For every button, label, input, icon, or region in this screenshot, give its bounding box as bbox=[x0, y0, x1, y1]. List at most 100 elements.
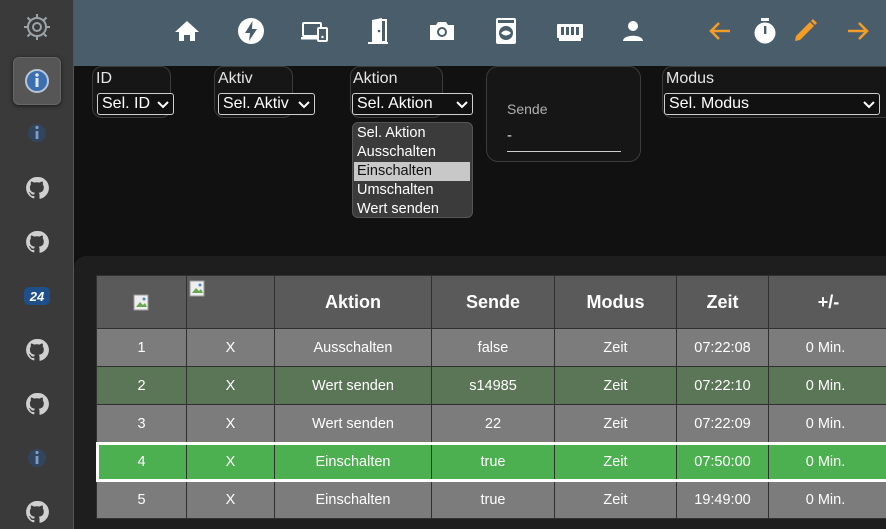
cell-id: 1 bbox=[96, 328, 187, 367]
cell-aktiv: X bbox=[186, 328, 275, 367]
github-icon bbox=[25, 338, 49, 362]
arrow-left-icon bbox=[708, 20, 732, 47]
back-button[interactable] bbox=[704, 17, 736, 49]
timer-button[interactable] bbox=[749, 17, 781, 49]
header-aktiv-image[interactable] bbox=[186, 275, 275, 329]
flash-icon bbox=[237, 17, 265, 50]
sidebar-item-github-5[interactable] bbox=[13, 488, 61, 529]
filter-id-value: Sel. ID bbox=[102, 95, 151, 112]
chevron-down-icon bbox=[298, 101, 310, 109]
edit-button[interactable] bbox=[789, 17, 821, 49]
sidebar-item-sun-gear[interactable] bbox=[13, 3, 61, 51]
info-icon bbox=[24, 68, 50, 94]
info-small-icon bbox=[27, 121, 47, 145]
account-icon bbox=[621, 19, 645, 48]
filter-aktiv-select[interactable]: Sel. Aktiv bbox=[218, 93, 315, 115]
sidebar-item-info-2[interactable] bbox=[13, 109, 61, 157]
table-row[interactable]: 1 X Ausschalten false Zeit 07:22:08 0 Mi… bbox=[96, 328, 886, 367]
table-row-selected[interactable]: 4 X Einschalten true Zeit 07:50:00 0 Min… bbox=[95, 441, 886, 482]
table-header-row: Aktion Sende Modus Zeit +/- bbox=[96, 275, 886, 329]
header-id-image[interactable] bbox=[96, 275, 187, 329]
sidebar-item-logo-24[interactable]: 24 bbox=[13, 272, 61, 320]
sun-gear-icon bbox=[23, 13, 51, 41]
memory-button[interactable] bbox=[554, 17, 586, 49]
app-root: 24 ID Sel. ID Aktiv Sel. Aktiv Aktion Se… bbox=[0, 0, 886, 529]
header-sende[interactable]: Sende bbox=[431, 275, 555, 329]
header-offset[interactable]: +/- bbox=[768, 275, 886, 329]
cell-sende: true bbox=[431, 480, 555, 519]
filter-id-group: ID Sel. ID bbox=[92, 66, 174, 118]
cell-aktiv: X bbox=[186, 480, 275, 519]
logo-24-icon: 24 bbox=[23, 285, 51, 307]
sidebar-item-github-1[interactable] bbox=[13, 164, 61, 212]
header-aktion[interactable]: Aktion bbox=[274, 275, 432, 329]
sidebar-item-github-4[interactable] bbox=[13, 380, 61, 428]
memory-icon bbox=[556, 20, 584, 47]
camera-button[interactable] bbox=[426, 17, 458, 49]
washing-machine-button[interactable] bbox=[490, 17, 522, 49]
cell-sende: false bbox=[431, 328, 555, 367]
broken-image-icon bbox=[133, 294, 151, 312]
flash-button[interactable] bbox=[235, 17, 267, 49]
filter-aktion-select[interactable]: Sel. Aktion bbox=[352, 93, 473, 115]
cell-id: 5 bbox=[96, 480, 187, 519]
sende-underline bbox=[507, 151, 621, 152]
header-zeit[interactable]: Zeit bbox=[676, 275, 769, 329]
devices-button[interactable] bbox=[299, 17, 331, 49]
aktion-option[interactable]: Ausschalten bbox=[353, 143, 472, 162]
washing-machine-icon bbox=[495, 17, 517, 50]
chevron-down-icon bbox=[456, 101, 468, 109]
cell-zeit: 07:22:10 bbox=[676, 366, 769, 405]
logo-24-text: 24 bbox=[29, 289, 45, 304]
filter-aktion-label: Aktion bbox=[353, 70, 398, 87]
sidebar-item-info-3[interactable] bbox=[13, 434, 61, 482]
cell-sende: true bbox=[431, 442, 555, 481]
home-icon bbox=[174, 19, 200, 48]
sidebar-item-info-active[interactable] bbox=[13, 57, 61, 105]
table-row[interactable]: 3 X Wert senden 22 Zeit 07:22:09 0 Min. bbox=[96, 404, 886, 443]
filter-sende-label: Sende bbox=[507, 101, 548, 117]
cell-offset: 0 Min. bbox=[768, 480, 886, 519]
home-button[interactable] bbox=[171, 17, 203, 49]
cell-aktion: Einschalten bbox=[274, 442, 432, 481]
aktion-option[interactable]: Sel. Aktion bbox=[353, 124, 472, 143]
forward-button[interactable] bbox=[842, 17, 874, 49]
chevron-down-icon bbox=[863, 101, 875, 109]
info-small-icon bbox=[27, 446, 47, 470]
aktion-option[interactable]: Wert senden bbox=[353, 200, 472, 219]
cell-aktion: Wert senden bbox=[274, 366, 432, 405]
account-button[interactable] bbox=[617, 17, 649, 49]
header-modus[interactable]: Modus bbox=[554, 275, 677, 329]
github-icon bbox=[25, 176, 49, 200]
sidebar-item-github-3[interactable] bbox=[13, 326, 61, 374]
cell-modus: Zeit bbox=[554, 404, 677, 443]
cell-zeit: 07:22:08 bbox=[676, 328, 769, 367]
sidebar-item-github-2[interactable] bbox=[13, 218, 61, 266]
cell-sende: s14985 bbox=[431, 366, 555, 405]
filter-modus-select[interactable]: Sel. Modus bbox=[664, 93, 880, 115]
top-toolbar bbox=[74, 0, 886, 66]
broken-image-icon bbox=[189, 280, 207, 298]
filter-aktion-value: Sel. Aktion bbox=[357, 95, 433, 112]
aktion-option[interactable]: Umschalten bbox=[353, 181, 472, 200]
timer-icon bbox=[752, 17, 778, 50]
table-row[interactable]: 5 X Einschalten true Zeit 19:49:00 0 Min… bbox=[96, 480, 886, 519]
sidebar: 24 bbox=[0, 0, 74, 529]
table-panel: Aktion Sende Modus Zeit +/- 1 X Ausschal… bbox=[74, 256, 886, 529]
cell-zeit: 07:22:09 bbox=[676, 404, 769, 443]
door-button[interactable] bbox=[362, 17, 394, 49]
cell-id: 4 bbox=[96, 442, 187, 481]
cell-offset: 0 Min. bbox=[768, 442, 886, 481]
camera-icon bbox=[428, 19, 456, 48]
aktion-option-highlighted[interactable]: Einschalten bbox=[354, 162, 470, 181]
cell-id: 3 bbox=[96, 404, 187, 443]
cell-aktiv: X bbox=[186, 366, 275, 405]
cell-modus: Zeit bbox=[554, 480, 677, 519]
chevron-down-icon bbox=[157, 101, 169, 109]
filter-sende-input[interactable]: - bbox=[507, 127, 512, 144]
filter-id-select[interactable]: Sel. ID bbox=[97, 93, 174, 115]
cell-aktion: Ausschalten bbox=[274, 328, 432, 367]
table-row[interactable]: 2 X Wert senden s14985 Zeit 07:22:10 0 M… bbox=[96, 366, 886, 405]
cell-offset: 0 Min. bbox=[768, 328, 886, 367]
filter-modus-value: Sel. Modus bbox=[669, 95, 750, 112]
